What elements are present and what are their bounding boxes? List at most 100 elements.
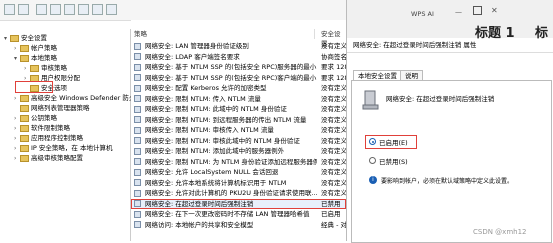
policy-icon: [134, 147, 141, 155]
tree-item[interactable]: › 公钥策略: [14, 113, 57, 123]
policy-value: 没有定义: [321, 126, 346, 134]
policy-icon: [134, 137, 141, 144]
option-enabled-label[interactable]: 已启用(E): [379, 137, 408, 147]
policy-icon: [134, 116, 141, 123]
policy-row[interactable]: 网络安全: 在超过登录时间后强制注销 已禁用: [131, 198, 346, 209]
tree-item[interactable]: › 高级审核策略配置: [14, 153, 83, 163]
policy-row[interactable]: 网络安全: 限制 NTLM: 为 NTLM 身份验证添加远程服务器例外 没有定义: [131, 157, 346, 167]
tree-item[interactable]: › 软件限制策略: [14, 123, 70, 133]
policy-name: 网络安全: 允许本地系统将计算机标识用于 NTLM: [145, 178, 287, 187]
policy-name: 网络安全: 限制 NTLM: 审核传入 NTLM 流量: [145, 126, 274, 134]
folder-icon: [20, 54, 29, 62]
policy-value: 没有定义: [321, 136, 346, 145]
policy-name: 网络安全: 限制 NTLM: 审核此域中的 NTLM 身份验证: [145, 136, 300, 145]
folder-icon: [20, 114, 29, 122]
policy-name: 网络安全: 限制 NTLM: 到远程服务器的传出 NTLM 流量: [145, 115, 307, 124]
tree-item-label: 公钥策略: [31, 114, 57, 122]
policy-row[interactable]: 网络安全: 限制 NTLM: 审核传入 NTLM 流量 没有定义: [131, 125, 346, 135]
close-icon[interactable]: ✕: [491, 6, 498, 15]
policy-icon: [134, 179, 141, 186]
policy-row[interactable]: 网络安全: 允许本地系统将计算机标识用于 NTLM 没有定义: [131, 178, 346, 188]
policy-name: 网络安全: LDAP 客户端签名要求: [145, 52, 240, 61]
export-icon[interactable]: [92, 4, 103, 15]
policy-value: 没有定义: [321, 189, 346, 197]
folder-icon: [20, 144, 29, 152]
policy-row[interactable]: 网络安全: 配置 Kerberos 允许的加密类型 没有定义: [131, 83, 346, 93]
show-tree-icon[interactable]: [50, 4, 61, 15]
policy-row[interactable]: 网络安全: 限制 NTLM: 传入 NTLM 流量 没有定义: [131, 94, 346, 104]
tree-item[interactable]: › 应用程序控制策略: [14, 133, 83, 143]
tree-item-label: 软件限制策略: [31, 124, 70, 132]
policy-value: 已禁用: [321, 199, 341, 208]
policy-value: 没有定义: [321, 115, 346, 124]
policy-name: 网络访问: 本地帐户的共享和安全模型: [145, 220, 254, 229]
settings-panel: 网络安全: 在超过登录时间后强制注销 已启用(E) 已禁用(S) i 要影响到帐…: [351, 80, 552, 243]
tree-item-label: 安全设置: [21, 34, 47, 42]
back-icon[interactable]: [4, 4, 15, 15]
tree-item-label: 帐户策略: [31, 44, 57, 52]
policy-name: 网络安全: 基于 NTLM SSP 的(包括安全 RPC)客户端的最小...: [145, 73, 317, 82]
option-disabled-label[interactable]: 已禁用(S): [379, 156, 408, 166]
policy-name-label: 网络安全: 在超过登录时间后强制注销: [386, 95, 495, 103]
policy-value: 没有定义: [321, 84, 346, 92]
tree-item[interactable]: 网络列表管理器策略: [14, 103, 90, 113]
computer-icon: [362, 90, 379, 110]
document-heading-2: 标: [535, 26, 549, 41]
properties-dialog: WPS AI — ✕ 标题 1 标 网络安全: 在超过登录时间后强制注销 属性 …: [346, 0, 553, 243]
delete-icon[interactable]: [64, 4, 75, 15]
policy-icon: [134, 53, 141, 60]
policy-icon: [134, 74, 141, 81]
policy-row[interactable]: 网络安全: 基于 NTLM SSP 的(包括安全 RPC)服务器的最小... 要求…: [131, 62, 346, 72]
forward-icon[interactable]: [18, 4, 29, 15]
policy-icon: [134, 168, 141, 176]
maximize-icon[interactable]: [473, 6, 482, 15]
radio-dot: [371, 140, 374, 143]
tree-item[interactable]: ▾ 本地策略: [14, 53, 57, 63]
toolbar: [0, 0, 346, 21]
policy-row[interactable]: 网络访问: 本地帐户的共享和安全模型 经典 - 对: [131, 220, 346, 230]
properties-icon[interactable]: [78, 4, 89, 15]
policy-value: 要求 128: [321, 73, 346, 82]
up-folder-icon[interactable]: [36, 4, 47, 15]
column-header-setting[interactable]: 安全设置: [321, 29, 347, 48]
policy-value: 没有定义: [321, 178, 346, 187]
tree-item[interactable]: ▾ 安全设置: [4, 33, 47, 43]
minimize-icon[interactable]: —: [455, 8, 462, 16]
radio-disabled[interactable]: [369, 157, 376, 164]
policy-name: 网络安全: 限制 NTLM: 为 NTLM 身份验证添加远程服务器例外: [145, 157, 317, 166]
policy-row[interactable]: 网络安全: 限制 NTLM: 此域中的 NTLM 身份验证 没有定义: [131, 104, 346, 114]
policy-row[interactable]: 网络安全: 在下一次更改密码时不存储 LAN 管理器哈希值 已启用: [131, 209, 346, 219]
folder-icon: [30, 64, 39, 72]
wps-ai-label: WPS AI: [411, 10, 434, 18]
policy-name: 网络安全: 限制 NTLM: 添加此域中的服务器例外: [145, 147, 285, 155]
policy-row[interactable]: 网络安全: 限制 NTLM: 到远程服务器的传出 NTLM 流量 没有定义: [131, 115, 346, 125]
policy-icon: [134, 189, 141, 197]
policy-row[interactable]: 网络安全: 允许对此计算机的 PKU2U 身份验证请求使用联... 没有定义: [131, 188, 346, 198]
selected-tree-highlight: [15, 81, 53, 93]
policy-name: 网络安全: LAN 管理器身份验证级别: [145, 42, 249, 50]
policy-row[interactable]: 网络安全: LAN 管理器身份验证级别 没有定义: [131, 41, 346, 51]
policy-list: 策略 安全设置 网络安全: LAN 管理器身份验证级别 没有定义 网络安全: LDA…: [131, 20, 347, 241]
tree-item[interactable]: › 审核策略: [24, 63, 67, 73]
policy-row[interactable]: 网络安全: LDAP 客户端签名要求 协商签名: [131, 52, 346, 62]
tree-item[interactable]: › IP 安全策略，在 本地计算机: [14, 143, 112, 153]
policy-value: 没有定义: [321, 42, 346, 50]
policy-row[interactable]: 网络安全: 基于 NTLM SSP 的(包括安全 RPC)客户端的最小... 要求…: [131, 73, 346, 83]
tree-item[interactable]: › 帐户策略: [14, 43, 57, 53]
policy-value: 没有定义: [321, 157, 346, 166]
policy-value: 要求 128: [321, 63, 346, 71]
policy-name: 网络安全: 限制 NTLM: 传入 NTLM 流量: [145, 94, 261, 103]
policy-row[interactable]: 网络安全: 允许 LocalSystem NULL 会话回退 没有定义: [131, 167, 346, 177]
policy-name: 网络安全: 在下一次更改密码时不存储 LAN 管理器哈希值: [145, 210, 310, 218]
policy-row[interactable]: 网络安全: 限制 NTLM: 审核此域中的 NTLM 身份验证 没有定义: [131, 136, 346, 146]
tree-item[interactable]: › 高级安全 Windows Defender 防火墙: [14, 93, 142, 103]
policy-value: 经典 - 对: [321, 220, 346, 229]
column-header-policy[interactable]: 策略: [134, 29, 315, 39]
folder-icon: [20, 104, 29, 112]
policy-name: 网络安全: 在超过登录时间后强制注销: [145, 199, 254, 208]
info-text: 要影响到帐户，必须在默认域策略中定义此设置。: [381, 178, 514, 185]
policy-row[interactable]: 网络安全: 限制 NTLM: 添加此域中的服务器例外 没有定义: [131, 146, 346, 156]
help-icon[interactable]: [106, 4, 117, 15]
radio-enabled[interactable]: [369, 138, 376, 145]
policy-icon: [134, 221, 141, 228]
